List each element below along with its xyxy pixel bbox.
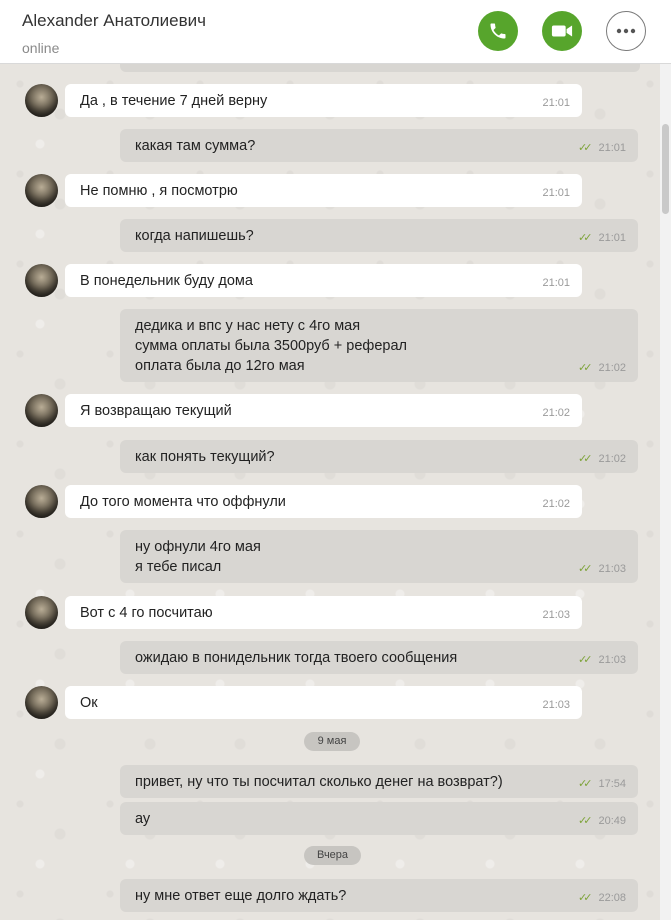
date-separator: 9 мая xyxy=(304,732,360,751)
avatar[interactable] xyxy=(25,84,58,117)
avatar[interactable] xyxy=(25,596,58,629)
message-text: какая там сумма? xyxy=(135,138,256,154)
message-time: 21:03 xyxy=(542,609,570,621)
read-checkmarks-icon: ✓✓ xyxy=(578,232,593,244)
message-time: 20:49 xyxy=(598,815,626,827)
message-text: В понедельник буду дома xyxy=(80,273,253,289)
message-time: 17:54 xyxy=(598,778,626,790)
avatar[interactable] xyxy=(25,174,58,207)
outgoing-message[interactable]: привет, ну что ты посчитал сколько денег… xyxy=(120,765,638,798)
read-checkmarks-icon: ✓✓ xyxy=(578,654,593,666)
avatar[interactable] xyxy=(25,485,58,518)
contact-name[interactable]: Alexander Анатолиевич xyxy=(22,11,206,31)
more-dots-icon xyxy=(616,28,636,34)
outgoing-message[interactable]: когда напишешь? ✓✓ 21:01 xyxy=(120,219,638,252)
read-checkmarks-icon: ✓✓ xyxy=(578,778,593,790)
message-time: 21:01 xyxy=(598,232,626,244)
call-button[interactable] xyxy=(478,11,518,51)
read-checkmarks-icon: ✓✓ xyxy=(578,453,593,465)
message-text: ау xyxy=(135,811,151,827)
incoming-message[interactable]: Вот с 4 го посчитаю 21:03 xyxy=(65,596,582,629)
message-list[interactable]: Да , в течение 7 дней верну 21:01 какая … xyxy=(0,64,660,920)
read-checkmarks-icon: ✓✓ xyxy=(578,815,593,827)
message-text: ну офнули 4го мая я тебе писал xyxy=(135,539,261,575)
scrollbar[interactable] xyxy=(660,64,671,920)
message-text: Я возвращаю текущий xyxy=(80,403,232,419)
incoming-message[interactable]: Я возвращаю текущий 21:02 xyxy=(65,394,582,427)
phone-icon xyxy=(490,23,506,39)
read-checkmarks-icon: ✓✓ xyxy=(578,142,593,154)
read-checkmarks-icon: ✓✓ xyxy=(578,563,593,575)
contact-status: online xyxy=(22,40,60,56)
avatar[interactable] xyxy=(25,394,58,427)
partial-message-bubble xyxy=(120,64,640,72)
message-time: 21:03 xyxy=(598,563,626,575)
message-time: 22:08 xyxy=(598,892,626,904)
video-camera-icon xyxy=(551,25,573,37)
message-text: Да , в течение 7 дней верну xyxy=(80,93,268,109)
message-text: Ок xyxy=(80,695,98,711)
message-time: 21:03 xyxy=(598,654,626,666)
message-text: ожидаю в понидельник тогда твоего сообще… xyxy=(135,650,458,666)
message-time: 21:02 xyxy=(598,362,626,374)
scrollbar-thumb[interactable] xyxy=(662,124,669,214)
read-checkmarks-icon: ✓✓ xyxy=(578,892,593,904)
outgoing-message[interactable]: ну офнули 4го мая я тебе писал ✓✓ 21:03 xyxy=(120,530,638,583)
avatar[interactable] xyxy=(25,264,58,297)
incoming-message[interactable]: Не помню , я посмотрю 21:01 xyxy=(65,174,582,207)
message-time: 21:03 xyxy=(542,699,570,711)
outgoing-message[interactable]: ожидаю в понидельник тогда твоего сообще… xyxy=(120,641,638,674)
incoming-message[interactable]: До того момента что оффнули 21:02 xyxy=(65,485,582,518)
message-time: 21:01 xyxy=(542,277,570,289)
avatar[interactable] xyxy=(25,686,58,719)
date-separator: Вчера xyxy=(304,846,361,865)
message-time: 21:01 xyxy=(542,97,570,109)
message-text: привет, ну что ты посчитал сколько денег… xyxy=(135,774,503,790)
message-time: 21:01 xyxy=(598,142,626,154)
outgoing-message[interactable]: ау ✓✓ 20:49 xyxy=(120,802,638,835)
message-text: как понять текущий? xyxy=(135,449,275,465)
outgoing-message[interactable]: дедика и впс у нас нету с 4го мая сумма … xyxy=(120,309,638,382)
chat-header: Alexander Анатолиевич online xyxy=(0,0,671,64)
incoming-message[interactable]: В понедельник буду дома 21:01 xyxy=(65,264,582,297)
more-options-button[interactable] xyxy=(606,11,646,51)
message-time: 21:02 xyxy=(542,407,570,419)
message-text: дедика и впс у нас нету с 4го мая сумма … xyxy=(135,318,407,374)
message-text: Не помню , я посмотрю xyxy=(80,183,238,199)
outgoing-message[interactable]: ну мне ответ еще долго ждать? ✓✓ 22:08 xyxy=(120,879,638,912)
message-time: 21:02 xyxy=(598,453,626,465)
outgoing-message[interactable]: какая там сумма? ✓✓ 21:01 xyxy=(120,129,638,162)
message-text: До того момента что оффнули xyxy=(80,494,286,510)
incoming-message[interactable]: Да , в течение 7 дней верну 21:01 xyxy=(65,84,582,117)
incoming-message[interactable]: Ок 21:03 xyxy=(65,686,582,719)
message-time: 21:02 xyxy=(542,498,570,510)
outgoing-message[interactable]: как понять текущий? ✓✓ 21:02 xyxy=(120,440,638,473)
message-time: 21:01 xyxy=(542,187,570,199)
video-call-button[interactable] xyxy=(542,11,582,51)
message-text: Вот с 4 го посчитаю xyxy=(80,605,213,621)
message-text: ну мне ответ еще долго ждать? xyxy=(135,888,347,904)
message-text: когда напишешь? xyxy=(135,228,254,244)
read-checkmarks-icon: ✓✓ xyxy=(578,362,593,374)
